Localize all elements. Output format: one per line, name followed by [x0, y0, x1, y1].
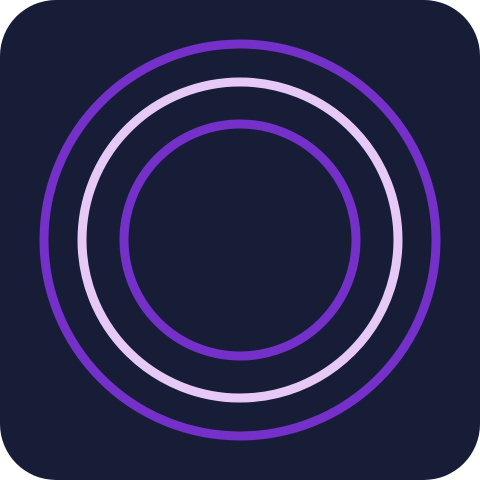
concentric-rings-icon — [39, 39, 441, 441]
app-icon[interactable] — [0, 0, 480, 480]
middle-ring — [77, 77, 403, 403]
inner-ring — [119, 119, 361, 361]
outer-ring — [39, 39, 441, 441]
